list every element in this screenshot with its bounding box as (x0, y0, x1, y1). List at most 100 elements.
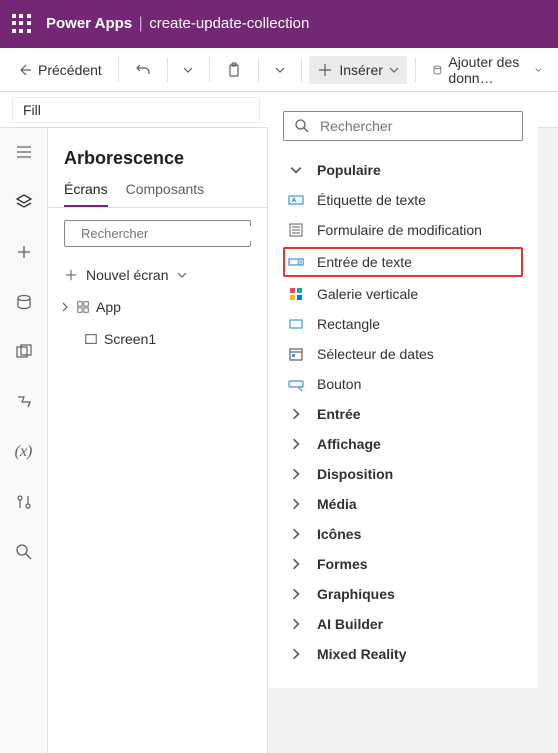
back-label: Précédent (38, 62, 102, 78)
left-rail: (x) (0, 128, 48, 753)
insert-button[interactable]: Insérer (309, 56, 407, 84)
button-text: Bouton (317, 376, 361, 392)
insert-search[interactable] (283, 111, 523, 141)
section-media[interactable]: Média (283, 489, 523, 519)
insert-item-rectangle[interactable]: Rectangle (283, 309, 523, 339)
add-data-label: Ajouter des donn… (448, 54, 529, 86)
tree-search[interactable] (64, 220, 251, 247)
insert-item-editform[interactable]: Formulaire de modification (283, 215, 523, 245)
back-button[interactable]: Précédent (8, 56, 110, 84)
tree-view-panel: Arborescence Écrans Composants Nouvel éc… (48, 128, 268, 753)
label-icon (287, 191, 305, 209)
chevron-right-icon (60, 302, 70, 312)
layout-label: Disposition (317, 466, 393, 482)
tree-item-app[interactable]: App (48, 291, 267, 323)
rail-flows[interactable] (8, 386, 40, 418)
rectangle-icon (287, 315, 305, 333)
section-charts[interactable]: Graphiques (283, 579, 523, 609)
rail-media[interactable] (8, 336, 40, 368)
calendar-icon (287, 345, 305, 363)
add-data-button[interactable]: Ajouter des donn… (424, 48, 550, 92)
insert-item-gallery[interactable]: Galerie verticale (283, 279, 523, 309)
gallery-icon (287, 285, 305, 303)
variable-icon: (x) (15, 443, 33, 461)
section-shapes[interactable]: Formes (283, 549, 523, 579)
chevron-down-icon (287, 161, 305, 179)
flow-icon (15, 393, 33, 411)
chevron-right-icon (287, 645, 305, 663)
media-icon (15, 343, 33, 361)
screen-icon (84, 332, 98, 346)
new-screen-label: Nouvel écran (86, 267, 169, 283)
tab-components[interactable]: Composants (126, 181, 205, 207)
insert-item-label[interactable]: Étiquette de texte (283, 185, 523, 215)
plus-icon (317, 62, 333, 78)
chevron-down-icon (275, 65, 285, 75)
rail-search[interactable] (8, 536, 40, 568)
chevron-right-icon (287, 495, 305, 513)
data-icon (432, 62, 443, 78)
tree-tabs: Écrans Composants (48, 181, 267, 208)
separator (209, 58, 210, 82)
property-name: Fill (23, 102, 41, 118)
paste-dropdown[interactable] (267, 59, 293, 81)
property-selector[interactable]: Fill (12, 97, 260, 123)
chevron-down-icon (177, 270, 187, 280)
button-icon (287, 375, 305, 393)
new-screen-button[interactable]: Nouvel écran (48, 259, 267, 291)
chevron-right-icon (287, 555, 305, 573)
rail-tools[interactable] (8, 486, 40, 518)
gallery-text: Galerie verticale (317, 286, 418, 302)
section-layout[interactable]: Disposition (283, 459, 523, 489)
section-popular[interactable]: Populaire (283, 155, 523, 185)
section-mixed[interactable]: Mixed Reality (283, 639, 523, 669)
clipboard-icon (226, 62, 242, 78)
app-icon (76, 300, 90, 314)
app-header: Power Apps | create-update-collection (0, 0, 558, 48)
chevron-right-icon (287, 435, 305, 453)
section-display[interactable]: Affichage (283, 429, 523, 459)
rail-hamburger[interactable] (8, 136, 40, 168)
chevron-right-icon (287, 405, 305, 423)
insert-panel: Populaire Étiquette de texte Formulaire … (268, 92, 538, 688)
popular-label: Populaire (317, 162, 381, 178)
waffle-icon[interactable] (12, 14, 32, 34)
tree-search-input[interactable] (81, 226, 257, 241)
plus-icon (15, 243, 33, 261)
rail-insert[interactable] (8, 236, 40, 268)
insert-label: Insérer (339, 62, 383, 78)
search-icon (294, 118, 310, 134)
chevron-right-icon (287, 525, 305, 543)
insert-item-textinput[interactable]: Entrée de texte (283, 247, 523, 277)
tab-screens[interactable]: Écrans (64, 181, 108, 207)
database-icon (15, 293, 33, 311)
shapes-label: Formes (317, 556, 368, 572)
section-input[interactable]: Entrée (283, 399, 523, 429)
tools-icon (15, 493, 33, 511)
command-bar: Précédent Insérer Ajouter des donn… (0, 48, 558, 92)
rail-tree[interactable] (8, 186, 40, 218)
media-label: Média (317, 496, 357, 512)
paste-button[interactable] (218, 56, 250, 84)
separator (167, 58, 168, 82)
rail-variables[interactable]: (x) (8, 436, 40, 468)
section-icons[interactable]: Icônes (283, 519, 523, 549)
layers-icon (15, 193, 33, 211)
insert-item-button[interactable]: Bouton (283, 369, 523, 399)
app-label: App (96, 299, 121, 315)
ai-label: AI Builder (317, 616, 383, 632)
header-separator: | (137, 15, 145, 32)
undo-button[interactable] (127, 56, 159, 84)
separator (415, 58, 416, 82)
mixed-label: Mixed Reality (317, 646, 406, 662)
section-ai[interactable]: AI Builder (283, 609, 523, 639)
tree-item-screen1[interactable]: Screen1 (48, 323, 267, 355)
insert-item-datepicker[interactable]: Sélecteur de dates (283, 339, 523, 369)
undo-dropdown[interactable] (175, 59, 201, 81)
chevron-down-icon (183, 65, 193, 75)
separator (301, 58, 302, 82)
chevron-right-icon (287, 585, 305, 603)
insert-search-input[interactable] (320, 118, 512, 134)
editform-text: Formulaire de modification (317, 222, 482, 238)
rail-data[interactable] (8, 286, 40, 318)
